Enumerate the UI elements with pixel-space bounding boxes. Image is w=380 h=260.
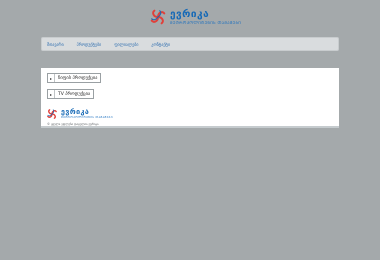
swirl-logo-icon — [150, 9, 166, 25]
chevron-right-icon: ▸ — [48, 74, 55, 82]
footer-brand-subtitle: ᲛᲔᲢᲠᲝᲞᲝᲚᲘᲢᲔᲜᲘᲡ ᲗᲐᲛᲐᲨᲔᲑᲘ — [61, 115, 113, 119]
brand-subtitle: ᲛᲔᲢᲠᲝᲞᲝᲚᲘᲢᲔᲜᲘᲡ ᲗᲐᲛᲐᲨᲔᲑᲘ — [170, 20, 242, 25]
chevron-right-icon: ▸ — [48, 90, 55, 98]
nav-item-contact[interactable]: კონტაქტი — [151, 42, 170, 47]
brand-name: ევრიკა — [170, 9, 210, 20]
nav-item-home[interactable]: მთავარი — [47, 42, 64, 47]
category-button-tv[interactable]: ▸ TV პროდუქცია — [47, 89, 95, 99]
footer-copyright: © ყველა უფლება დაცულია ევრიკა — [47, 122, 99, 126]
content-panel: ▸ ჩიფის პროდუქცია ▸ TV პროდუქცია ევრიკა … — [41, 68, 339, 128]
nav-item-branches[interactable]: ფილიალები — [114, 42, 138, 47]
footer-logo[interactable]: ევრიკა ᲛᲔᲢᲠᲝᲞᲝᲚᲘᲢᲔᲜᲘᲡ ᲗᲐᲛᲐᲨᲔᲑᲘ — [46, 108, 113, 120]
nav-item-products[interactable]: პროდუქტები — [77, 42, 102, 47]
category-label: ჩიფის პროდუქცია — [58, 75, 98, 81]
brand-logo[interactable]: ევრიკა ᲛᲔᲢᲠᲝᲞᲝᲚᲘᲢᲔᲜᲘᲡ ᲗᲐᲛᲐᲨᲔᲑᲘ — [149, 8, 241, 26]
main-navbar: მთავარი პროდუქტები ფილიალები კონტაქტი — [41, 37, 339, 51]
swirl-logo-icon — [47, 109, 57, 119]
category-button-chip[interactable]: ▸ ჩიფის პროდუქცია — [47, 73, 102, 83]
site-header: ევრიკა ᲛᲔᲢᲠᲝᲞᲝᲚᲘᲢᲔᲜᲘᲡ ᲗᲐᲛᲐᲨᲔᲑᲘ — [0, 0, 380, 36]
category-label: TV პროდუქცია — [58, 91, 91, 97]
